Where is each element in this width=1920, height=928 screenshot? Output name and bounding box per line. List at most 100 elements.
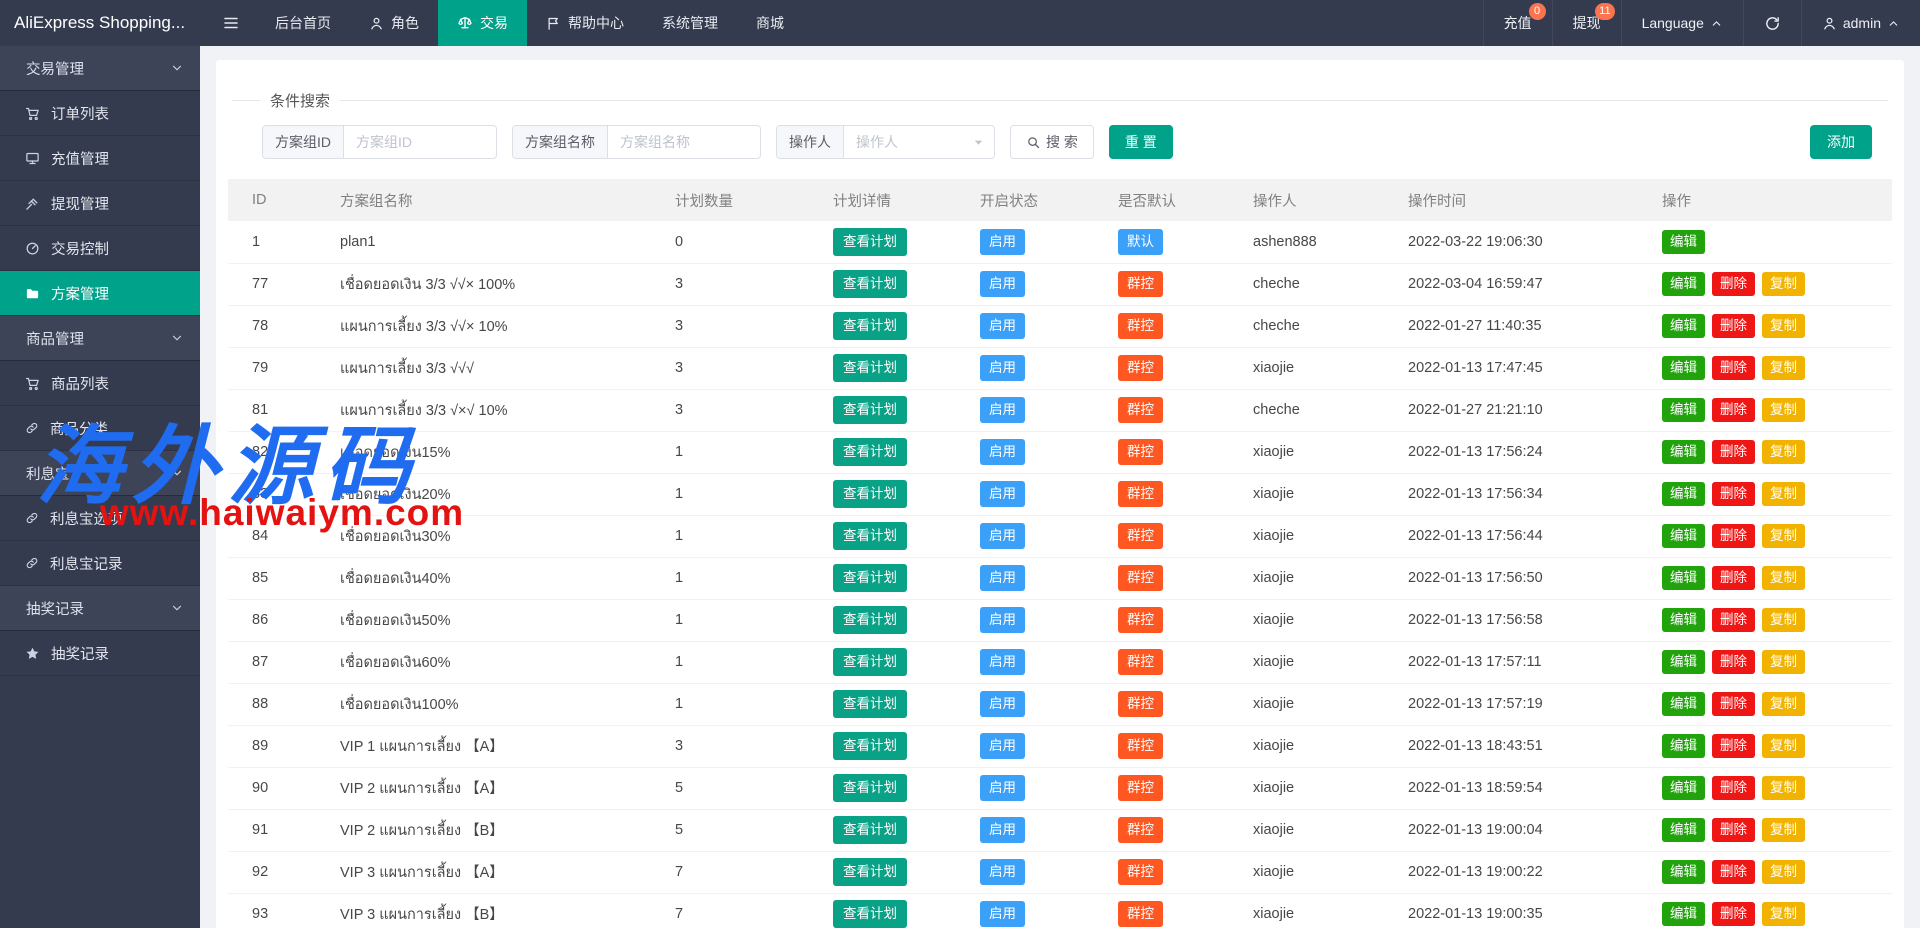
edit-button[interactable]: 编辑: [1662, 650, 1705, 674]
copy-button[interactable]: 复制: [1762, 776, 1805, 800]
status-enabled-button[interactable]: 启用: [980, 481, 1025, 507]
view-plan-button[interactable]: 查看计划: [833, 312, 907, 340]
delete-button[interactable]: 删除: [1712, 902, 1755, 926]
sidebar-item-trade-control[interactable]: 交易控制: [0, 226, 200, 271]
status-enabled-button[interactable]: 启用: [980, 229, 1025, 255]
view-plan-button[interactable]: 查看计划: [833, 774, 907, 802]
delete-button[interactable]: 删除: [1712, 608, 1755, 632]
status-enabled-button[interactable]: 启用: [980, 775, 1025, 801]
status-enabled-button[interactable]: 启用: [980, 649, 1025, 675]
status-enabled-button[interactable]: 启用: [980, 733, 1025, 759]
status-enabled-button[interactable]: 启用: [980, 859, 1025, 885]
edit-button[interactable]: 编辑: [1662, 398, 1705, 422]
status-enabled-button[interactable]: 启用: [980, 355, 1025, 381]
delete-button[interactable]: 删除: [1712, 818, 1755, 842]
delete-button[interactable]: 删除: [1712, 482, 1755, 506]
delete-button[interactable]: 删除: [1712, 776, 1755, 800]
default-flag-button[interactable]: 群控: [1118, 859, 1163, 885]
sidebar-item-lottery-records[interactable]: 抽奖记录: [0, 631, 200, 676]
search-button[interactable]: 搜 索: [1010, 125, 1094, 159]
view-plan-button[interactable]: 查看计划: [833, 564, 907, 592]
delete-button[interactable]: 删除: [1712, 566, 1755, 590]
view-plan-button[interactable]: 查看计划: [833, 690, 907, 718]
default-flag-button[interactable]: 群控: [1118, 565, 1163, 591]
status-enabled-button[interactable]: 启用: [980, 565, 1025, 591]
menu-item-help-center[interactable]: 帮助中心: [527, 0, 643, 46]
copy-button[interactable]: 复制: [1762, 860, 1805, 884]
copy-button[interactable]: 复制: [1762, 398, 1805, 422]
edit-button[interactable]: 编辑: [1662, 902, 1705, 926]
view-plan-button[interactable]: 查看计划: [833, 438, 907, 466]
status-enabled-button[interactable]: 启用: [980, 607, 1025, 633]
copy-button[interactable]: 复制: [1762, 608, 1805, 632]
reset-button[interactable]: 重 置: [1109, 125, 1173, 159]
menu-item-role[interactable]: 角色: [350, 0, 438, 46]
copy-button[interactable]: 复制: [1762, 692, 1805, 716]
edit-button[interactable]: 编辑: [1662, 482, 1705, 506]
copy-button[interactable]: 复制: [1762, 356, 1805, 380]
sidebar-group-lottery-records-group[interactable]: 抽奖记录: [0, 586, 200, 631]
delete-button[interactable]: 删除: [1712, 524, 1755, 548]
menu-item-mall[interactable]: 商城: [737, 0, 803, 46]
edit-button[interactable]: 编辑: [1662, 566, 1705, 590]
admin-menu[interactable]: admin: [1801, 0, 1920, 46]
operator-select[interactable]: 操作人: [844, 126, 994, 158]
view-plan-button[interactable]: 查看计划: [833, 858, 907, 886]
edit-button[interactable]: 编辑: [1662, 818, 1705, 842]
view-plan-button[interactable]: 查看计划: [833, 270, 907, 298]
add-button[interactable]: 添加: [1810, 125, 1872, 159]
sidebar-group-trade-manage[interactable]: 交易管理: [0, 46, 200, 91]
sidebar-item-goods-category[interactable]: 商品分类: [0, 406, 200, 451]
view-plan-button[interactable]: 查看计划: [833, 396, 907, 424]
view-plan-button[interactable]: 查看计划: [833, 900, 907, 928]
status-enabled-button[interactable]: 启用: [980, 271, 1025, 297]
sidebar-item-order-list[interactable]: 订单列表: [0, 91, 200, 136]
copy-button[interactable]: 复制: [1762, 650, 1805, 674]
view-plan-button[interactable]: 查看计划: [833, 354, 907, 382]
sidebar-item-interest-options[interactable]: 利息宝选项: [0, 496, 200, 541]
edit-button[interactable]: 编辑: [1662, 230, 1705, 254]
default-flag-button[interactable]: 群控: [1118, 691, 1163, 717]
plan-group-id-input[interactable]: [344, 126, 496, 158]
status-enabled-button[interactable]: 启用: [980, 439, 1025, 465]
copy-button[interactable]: 复制: [1762, 482, 1805, 506]
copy-button[interactable]: 复制: [1762, 566, 1805, 590]
sidebar-group-goods-manage[interactable]: 商品管理: [0, 316, 200, 361]
default-flag-button[interactable]: 群控: [1118, 439, 1163, 465]
withdraw-button[interactable]: 提现 11: [1552, 0, 1621, 46]
view-plan-button[interactable]: 查看计划: [833, 522, 907, 550]
default-flag-button[interactable]: 群控: [1118, 313, 1163, 339]
sidebar-item-recharge-manage[interactable]: 充值管理: [0, 136, 200, 181]
default-flag-button[interactable]: 群控: [1118, 733, 1163, 759]
view-plan-button[interactable]: 查看计划: [833, 606, 907, 634]
default-flag-button[interactable]: 群控: [1118, 355, 1163, 381]
status-enabled-button[interactable]: 启用: [980, 397, 1025, 423]
view-plan-button[interactable]: 查看计划: [833, 228, 907, 256]
language-menu[interactable]: Language: [1621, 0, 1743, 46]
default-flag-button[interactable]: 群控: [1118, 397, 1163, 423]
copy-button[interactable]: 复制: [1762, 314, 1805, 338]
status-enabled-button[interactable]: 启用: [980, 523, 1025, 549]
delete-button[interactable]: 删除: [1712, 272, 1755, 296]
copy-button[interactable]: 复制: [1762, 734, 1805, 758]
edit-button[interactable]: 编辑: [1662, 860, 1705, 884]
view-plan-button[interactable]: 查看计划: [833, 816, 907, 844]
edit-button[interactable]: 编辑: [1662, 608, 1705, 632]
delete-button[interactable]: 删除: [1712, 398, 1755, 422]
sidebar-item-plan-manage[interactable]: 方案管理: [0, 271, 200, 316]
status-enabled-button[interactable]: 启用: [980, 901, 1025, 927]
default-flag-button[interactable]: 群控: [1118, 523, 1163, 549]
delete-button[interactable]: 删除: [1712, 650, 1755, 674]
delete-button[interactable]: 删除: [1712, 440, 1755, 464]
edit-button[interactable]: 编辑: [1662, 692, 1705, 716]
default-flag-button[interactable]: 群控: [1118, 649, 1163, 675]
copy-button[interactable]: 复制: [1762, 818, 1805, 842]
status-enabled-button[interactable]: 启用: [980, 313, 1025, 339]
delete-button[interactable]: 删除: [1712, 734, 1755, 758]
view-plan-button[interactable]: 查看计划: [833, 480, 907, 508]
default-flag-button[interactable]: 默认: [1118, 229, 1163, 255]
copy-button[interactable]: 复制: [1762, 902, 1805, 926]
delete-button[interactable]: 删除: [1712, 356, 1755, 380]
copy-button[interactable]: 复制: [1762, 524, 1805, 548]
sidebar-toggle-button[interactable]: [206, 0, 256, 46]
